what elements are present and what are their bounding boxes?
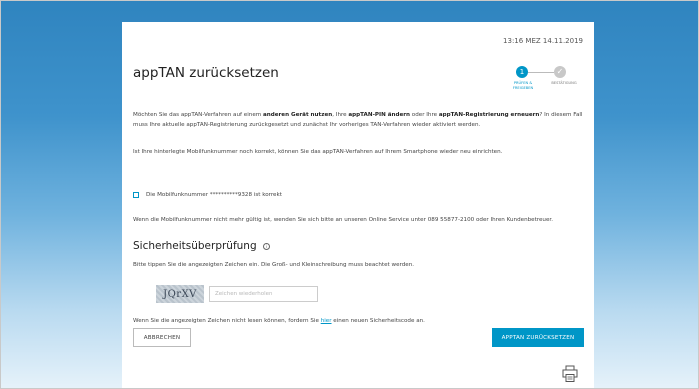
refresh-text-part: Wenn Sie die angezeigten Zeichen nicht l… (133, 318, 321, 324)
progress-stepper: 1 ✓ PRÜFEN & FREIGEBEN BESTÄTIGUNG (511, 65, 583, 95)
intro-bold-pin: appTAN-PIN ändern (348, 112, 410, 118)
intro-bold-device: anderen Gerät nutzen (262, 112, 333, 118)
phone-correct-checkbox-row[interactable]: Die Mobilfunknummer **********9328 ist k… (133, 192, 282, 198)
info-icon[interactable]: i (262, 242, 270, 250)
page-title: appTAN zurücksetzen (133, 65, 279, 81)
cancel-button[interactable]: ABBRECHEN (133, 328, 191, 347)
refresh-text-part: einen neuen Sicherheitscode an. (331, 318, 425, 324)
intro-text-part: , Ihre (332, 112, 349, 118)
phone-question-text: Ist Ihre hinterlegte Mobilfunknummer noc… (133, 149, 503, 155)
captcha-input[interactable] (209, 286, 318, 302)
step-1-indicator: 1 (516, 66, 528, 78)
step-2-label: BESTÄTIGUNG (551, 81, 577, 85)
security-heading: Sicherheitsüberprüfung i (133, 240, 270, 252)
captcha-image: JQrXV (156, 285, 204, 303)
reset-apptan-button[interactable]: APPTAN ZURÜCKSETZEN (492, 328, 584, 347)
step-connector (528, 71, 554, 73)
new-captcha-link[interactable]: hier (321, 318, 332, 324)
security-heading-text: Sicherheitsüberprüfung (133, 240, 257, 252)
intro-bold-registration: appTAN-Registrierung erneuern (438, 112, 540, 118)
checkmark-icon: ✓ (554, 66, 566, 78)
step-1-label: PRÜFEN & FREIGEBEN (512, 81, 534, 90)
timestamp: 13:16 MEZ 14.11.2019 (503, 37, 583, 45)
intro-text-part: oder Ihre (410, 112, 439, 118)
printer-icon[interactable] (562, 365, 578, 383)
phone-correct-label[interactable]: Die Mobilfunknummer **********9328 ist k… (146, 192, 282, 198)
main-card: 13:16 MEZ 14.11.2019 appTAN zurücksetzen… (122, 22, 594, 389)
captcha-text: JQrXV (163, 288, 197, 300)
captcha-refresh-text: Wenn Sie die angezeigten Zeichen nicht l… (133, 317, 585, 327)
intro-text: Möchten Sie das appTAN-Verfahren auf ein… (133, 111, 585, 130)
phone-correct-checkbox[interactable] (133, 192, 139, 198)
intro-text-part: Möchten Sie das appTAN-Verfahren auf ein… (133, 112, 263, 118)
captcha-instructions: Bitte tippen Sie die angezeigten Zeichen… (133, 262, 415, 268)
phone-invalid-text: Wenn die Mobilfunknummer nicht mehr gült… (133, 217, 553, 223)
